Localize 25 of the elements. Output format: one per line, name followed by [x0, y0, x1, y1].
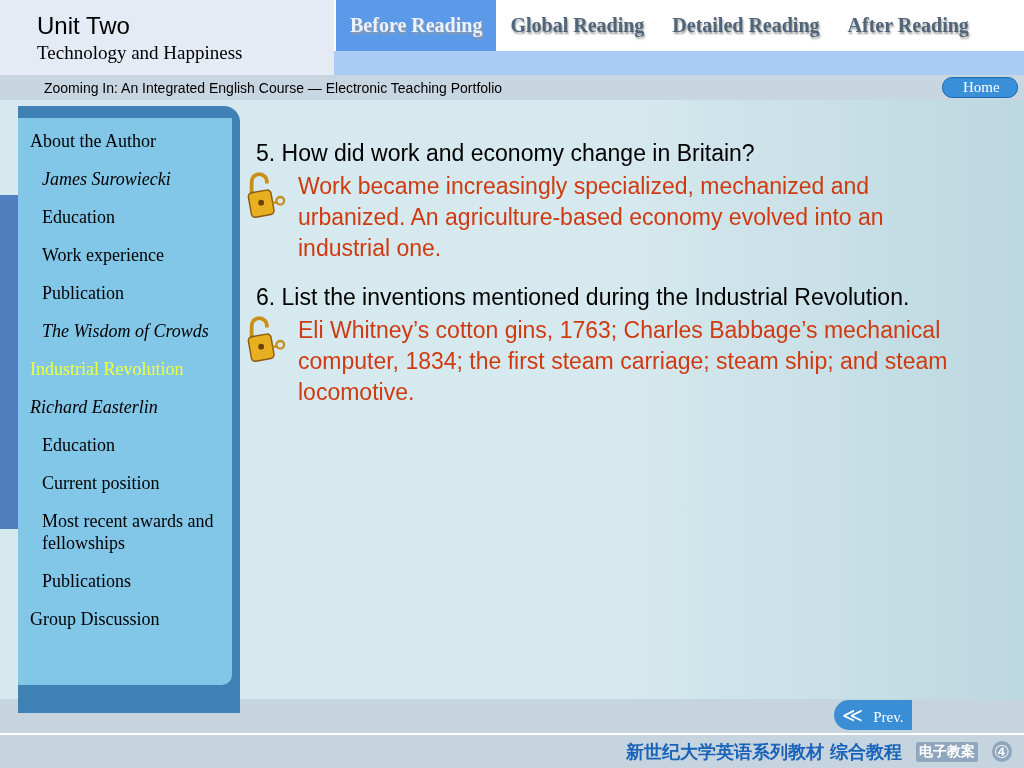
nav-tab[interactable]: Global Reading: [496, 0, 659, 51]
nav-tab[interactable]: After Reading: [833, 0, 983, 51]
sidebar-item[interactable]: About the Author: [30, 130, 232, 152]
sidebar-item[interactable]: James Surowiecki: [30, 168, 232, 190]
sidebar-item[interactable]: The Wisdom of Crowds: [30, 320, 232, 342]
series-title: 新世纪大学英语系列教材 综合教程: [625, 739, 902, 764]
page-number: ④: [991, 741, 1012, 762]
sidebar-item[interactable]: Publications: [30, 570, 232, 592]
sidebar-item[interactable]: Work experience: [30, 244, 232, 266]
footer-subtitle: 电子教案: [915, 741, 978, 762]
nav-tab[interactable]: Detailed Reading: [658, 0, 834, 51]
question-text: 6. List the inventions mentioned during the Industrial Revolution.: [256, 284, 911, 311]
unit-title: Unit Two: [37, 12, 131, 40]
sidebar-item[interactable]: Education: [30, 206, 232, 228]
course-title: Zooming In: An Integrated English Course — Electronic Teaching Portfolio: [44, 79, 503, 96]
sidebar-item[interactable]: Group Discussion: [30, 608, 232, 630]
sidebar-item[interactable]: Publication: [30, 282, 232, 304]
sidebar-item[interactable]: Most recent awards and fellowships: [30, 510, 232, 554]
sidebar-item[interactable]: Education: [30, 434, 232, 456]
unit-subtitle: Technology and Happiness: [37, 42, 244, 64]
answer-text: Work became increasingly specialized, mechanized and urbanized. An agriculture-based economy evolved into an industrial one.: [298, 172, 885, 263]
answer-text: Eli Whitney’s cotton gins, 1763; Charles Babbage’s mechanical computer, 1834; the first steam carriage; steam ship; and steam locomotive.: [298, 316, 948, 407]
question-text: 5. How did work and economy change in Britain?: [256, 140, 756, 167]
sidebar-item[interactable]: Current position: [30, 472, 232, 494]
sidebar-item[interactable]: Richard Easterlin: [30, 396, 232, 418]
